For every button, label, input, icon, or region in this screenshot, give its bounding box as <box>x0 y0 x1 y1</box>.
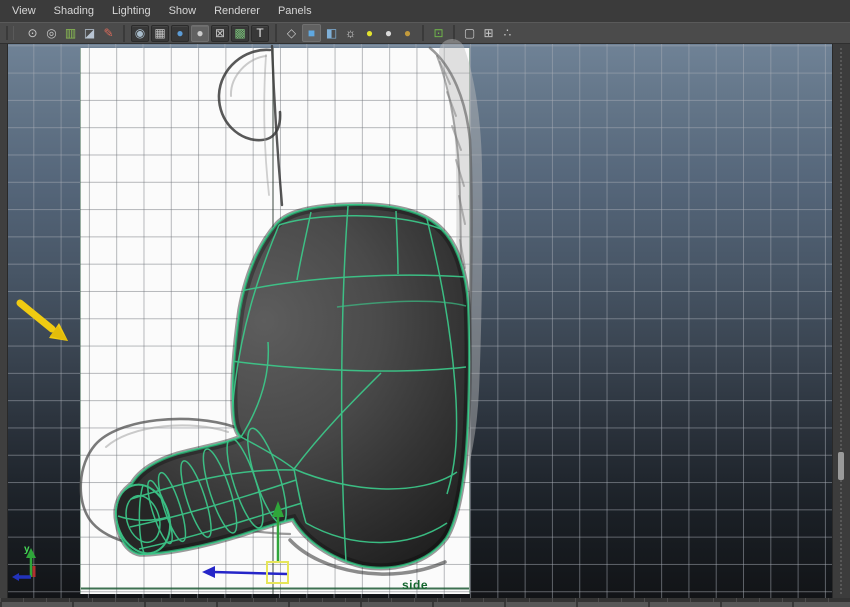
shading-mode-group: ◇ ■ ◧ ☼ ● ● ● <box>275 24 422 42</box>
light-white-icon[interactable]: ● <box>380 25 397 41</box>
shaded-cube-icon[interactable]: ■ <box>302 24 321 42</box>
textured-cube-icon[interactable]: ◧ <box>323 25 340 41</box>
toolbar-grip <box>6 26 14 40</box>
image-plane-icon[interactable]: ◪ <box>81 25 98 41</box>
menu-panels[interactable]: Panels <box>278 5 323 17</box>
extra-tools-group: ▢ ⊞ ∴ <box>453 25 522 41</box>
panel-splitter[interactable] <box>832 44 850 598</box>
time-slider-edge <box>0 598 850 607</box>
splitter-dotted-line <box>840 48 842 594</box>
3d-viewport[interactable] <box>8 44 832 598</box>
display-tools-group: ◉ ▦ ● ● ⊠ ▩ T <box>123 25 275 42</box>
menu-lighting[interactable]: Lighting <box>112 5 162 17</box>
maya-viewport-window: View Shading Lighting Show Renderer Pane… <box>0 0 850 607</box>
window-edge-left <box>0 44 8 598</box>
menu-show[interactable]: Show <box>169 5 208 17</box>
panel-menubar: View Shading Lighting Show Renderer Pane… <box>0 0 850 22</box>
reference-image-plane <box>80 48 470 594</box>
smooth-shade-icon[interactable]: ● <box>171 25 189 42</box>
select-pin-icon[interactable]: ✎ <box>100 25 117 41</box>
checker-display-icon[interactable]: ▩ <box>231 25 249 42</box>
isolate-group: ⊡ <box>422 25 453 41</box>
range-slider-edge <box>0 602 850 607</box>
menu-view[interactable]: View <box>12 5 47 17</box>
camera-orbit-icon[interactable]: ⊙ <box>24 25 41 41</box>
texture-display-icon[interactable]: T <box>251 25 269 42</box>
menu-renderer[interactable]: Renderer <box>214 5 271 17</box>
light-yellow-icon[interactable]: ● <box>361 25 378 41</box>
wireframe-display-icon[interactable]: ◉ <box>131 25 149 42</box>
share-view-icon[interactable]: ∴ <box>499 25 516 41</box>
camera-tools-group: ⊙ ◎ ▥ ◪ ✎ <box>18 25 123 41</box>
splitter-handle[interactable] <box>838 452 844 480</box>
isolate-select-icon[interactable]: ⊡ <box>430 25 447 41</box>
film-gate-icon[interactable]: ▦ <box>151 25 169 42</box>
use-all-lights-icon[interactable]: ☼ <box>342 25 359 41</box>
menu-shading[interactable]: Shading <box>54 5 105 17</box>
resolution-gate-icon[interactable]: ⊠ <box>211 25 229 42</box>
xray-cube-icon[interactable]: ▢ <box>461 25 478 41</box>
panel-toolbar: ⊙ ◎ ▥ ◪ ✎ ◉ ▦ ● ● ⊠ ▩ T ◇ ■ ◧ ☼ ● ● ● ⊡ <box>0 22 850 44</box>
view-bookmark-icon[interactable]: ▥ <box>62 25 79 41</box>
camera-settings-icon[interactable]: ◎ <box>43 25 60 41</box>
light-gold-icon[interactable]: ● <box>399 25 416 41</box>
frame-all-icon[interactable]: ⊞ <box>480 25 497 41</box>
wire-cube-icon[interactable]: ◇ <box>283 25 300 41</box>
flat-shade-icon[interactable]: ● <box>191 25 209 42</box>
